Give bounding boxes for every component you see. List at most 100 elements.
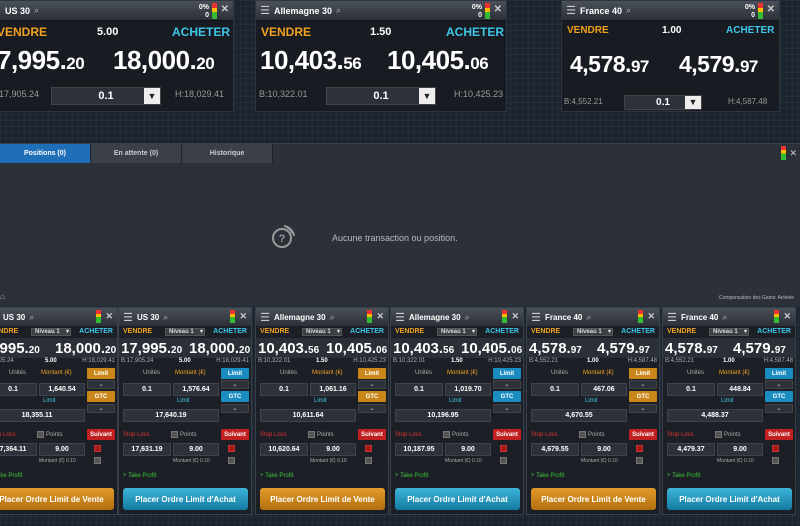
stop-points-input[interactable]: 9.00 bbox=[173, 443, 219, 456]
chevron-down-icon[interactable]: ▼ bbox=[685, 96, 701, 109]
ask-price[interactable]: 10,405.06 bbox=[387, 45, 489, 76]
bid-price[interactable]: 10,403.56 bbox=[258, 340, 319, 357]
buy-label[interactable]: ACHETER bbox=[726, 25, 774, 36]
bid-price[interactable]: 4,578.97 bbox=[529, 340, 582, 357]
chevron-down-icon[interactable]: ⌄ bbox=[629, 380, 657, 389]
buy-label[interactable]: ACHETER bbox=[213, 328, 247, 335]
buy-label[interactable]: ACHETER bbox=[446, 25, 504, 39]
amount-checkbox[interactable] bbox=[228, 457, 235, 464]
hamburger-icon[interactable]: ☰ bbox=[663, 311, 681, 324]
ask-price[interactable]: 4,579.97 bbox=[597, 340, 650, 357]
hamburger-icon[interactable]: ☰ bbox=[527, 311, 545, 324]
place-buy-limit-button[interactable]: Placer Ordre Limit d'Achat bbox=[667, 488, 792, 510]
close-icon[interactable]: ✕ bbox=[221, 4, 229, 15]
search-icon[interactable]: ⌕ bbox=[336, 5, 341, 16]
search-icon[interactable]: ⌕ bbox=[626, 5, 631, 16]
buy-label[interactable]: ACHETER bbox=[485, 328, 519, 335]
amount-checkbox[interactable] bbox=[772, 457, 779, 464]
limit-type-button[interactable]: Limit bbox=[87, 368, 115, 379]
ask-price[interactable]: 18,000.20 bbox=[55, 340, 116, 357]
amount-input[interactable]: 467.06 bbox=[581, 383, 627, 396]
stop-points-input[interactable]: 9.00 bbox=[310, 443, 356, 456]
amount-checkbox[interactable] bbox=[636, 457, 643, 464]
buy-label[interactable]: ACHETER bbox=[621, 328, 655, 335]
limit-type-button[interactable]: Limit bbox=[221, 368, 249, 379]
trailing-stop-button[interactable]: Suivant bbox=[765, 429, 793, 440]
sell-label[interactable]: VENDRE bbox=[261, 25, 311, 39]
amount-input[interactable]: 1,019.70 bbox=[445, 383, 491, 396]
gtc-button[interactable]: GTC bbox=[87, 391, 115, 402]
stop-points-input[interactable]: 9.00 bbox=[581, 443, 627, 456]
gtc-button[interactable]: GTC bbox=[629, 391, 657, 402]
chevron-down-icon[interactable]: ⌄ bbox=[221, 404, 249, 413]
ask-price[interactable]: 4,579.97 bbox=[733, 340, 786, 357]
buy-label[interactable]: ACHETER bbox=[172, 25, 230, 39]
limit-price-input[interactable]: 10,196.95 bbox=[395, 409, 491, 422]
close-icon[interactable]: ✕ bbox=[767, 4, 775, 15]
units-input[interactable]: 0.1 bbox=[123, 383, 171, 396]
ask-price[interactable]: 10,405.06 bbox=[326, 340, 387, 357]
take-profit-toggle[interactable]: + Take Profit bbox=[531, 473, 564, 479]
ticket-header[interactable]: ☰ US 30 ⌕ ✕ bbox=[0, 308, 117, 326]
chevron-down-icon[interactable]: ⌄ bbox=[765, 380, 793, 389]
ticket-header[interactable]: ☰ Allemagne 30 ⌕ ✕ bbox=[391, 308, 523, 326]
gtc-button[interactable]: GTC bbox=[221, 391, 249, 402]
amount-checkbox[interactable] bbox=[365, 457, 372, 464]
search-icon[interactable]: ⌕ bbox=[330, 312, 335, 323]
stop-loss-checkbox[interactable] bbox=[772, 445, 779, 452]
place-sell-limit-button[interactable]: Placer Ordre Limit de Vente bbox=[260, 488, 385, 510]
search-icon[interactable]: ⌕ bbox=[586, 312, 591, 323]
chevron-down-icon[interactable]: ▼ bbox=[144, 88, 160, 104]
stop-loss-checkbox[interactable] bbox=[94, 445, 101, 452]
points-checkbox[interactable] bbox=[171, 431, 178, 438]
stop-loss-input[interactable]: 7,364.11 bbox=[0, 443, 37, 456]
place-sell-limit-button[interactable]: Placer Ordre Limit de Vente bbox=[0, 488, 114, 510]
level-select[interactable]: Niveau 1 bbox=[165, 328, 205, 336]
buy-label[interactable]: ACHETER bbox=[757, 328, 791, 335]
chevron-down-icon[interactable]: ⌄ bbox=[358, 404, 386, 413]
stop-loss-checkbox[interactable] bbox=[636, 445, 643, 452]
trailing-stop-button[interactable]: Suivant bbox=[629, 429, 657, 440]
trailing-stop-button[interactable]: Suivant bbox=[358, 429, 386, 440]
bid-price[interactable]: 17,995.20 bbox=[121, 340, 182, 357]
stop-points-input[interactable]: 9.00 bbox=[717, 443, 763, 456]
points-checkbox[interactable] bbox=[579, 431, 586, 438]
gtc-button[interactable]: GTC bbox=[358, 391, 386, 402]
ask-price[interactable]: 4,579.97 bbox=[679, 51, 758, 78]
sell-label[interactable]: VENDRE bbox=[531, 328, 560, 335]
gtc-button[interactable]: GTC bbox=[493, 391, 521, 402]
take-profit-toggle[interactable]: + Take Profit bbox=[260, 473, 293, 479]
quantity-select[interactable]: 0.1 ▼ bbox=[624, 95, 702, 110]
close-icon[interactable]: ✕ bbox=[239, 311, 247, 322]
ask-price[interactable]: 18,000.20 bbox=[113, 45, 215, 76]
bid-price[interactable]: 4,578.97 bbox=[570, 51, 649, 78]
units-input[interactable]: 0.1 bbox=[0, 383, 37, 396]
place-sell-limit-button[interactable]: Placer Ordre Limit de Vente bbox=[531, 488, 656, 510]
trailing-stop-button[interactable]: Suivant bbox=[221, 429, 249, 440]
quantity-select[interactable]: 0.1 ▼ bbox=[326, 87, 436, 105]
chevron-down-icon[interactable]: ⌄ bbox=[87, 380, 115, 389]
search-icon[interactable]: ⌕ bbox=[465, 312, 470, 323]
level-select[interactable]: Niveau 1 bbox=[31, 328, 71, 336]
bid-price[interactable]: 4,578.97 bbox=[665, 340, 718, 357]
hamburger-icon[interactable]: ☰ bbox=[391, 311, 409, 324]
stop-loss-checkbox[interactable] bbox=[365, 445, 372, 452]
points-checkbox[interactable] bbox=[308, 431, 315, 438]
close-icon[interactable]: ✕ bbox=[105, 311, 113, 322]
tile-header[interactable]: ☰ France 40 ⌕ 0% 0 ✕ bbox=[562, 1, 779, 21]
close-icon[interactable]: ✕ bbox=[511, 311, 519, 322]
tile-header[interactable]: ☰ Allemagne 30 ⌕ 0% 0 ✕ bbox=[256, 1, 506, 21]
close-icon[interactable]: ✕ bbox=[789, 148, 797, 159]
stop-points-input[interactable]: 9.00 bbox=[39, 443, 85, 456]
sell-label[interactable]: VENDRE bbox=[260, 328, 289, 335]
quantity-select[interactable]: 0.1 ▼ bbox=[51, 87, 161, 105]
close-icon[interactable]: ✕ bbox=[783, 311, 791, 322]
bid-price[interactable]: 10,403.56 bbox=[260, 45, 362, 76]
limit-type-button[interactable]: Limit bbox=[629, 368, 657, 379]
limit-price-input[interactable]: 4,488.37 bbox=[667, 409, 763, 422]
tab-positions[interactable]: Positions (0) bbox=[0, 144, 91, 163]
stop-loss-input[interactable]: 17,631.19 bbox=[123, 443, 171, 456]
units-input[interactable]: 0.1 bbox=[260, 383, 308, 396]
home-icon[interactable]: ⌂ bbox=[0, 292, 5, 301]
take-profit-toggle[interactable]: + Take Profit bbox=[395, 473, 428, 479]
